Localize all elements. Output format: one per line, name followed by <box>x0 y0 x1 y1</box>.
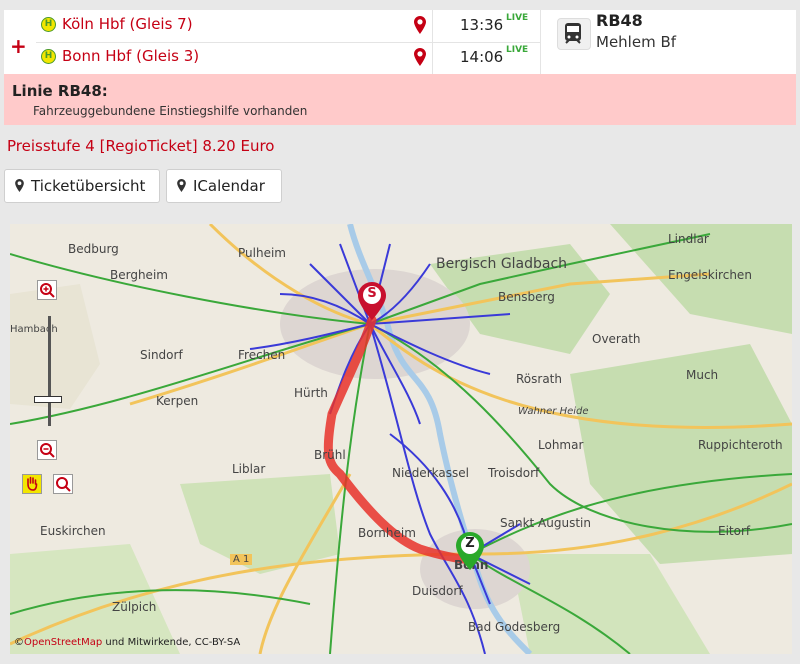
stop-row-departure: H Köln Hbf (Gleis 7) 13:36 LIVE <box>36 10 540 43</box>
map-label: Pulheim <box>238 246 286 260</box>
map-label: Duisdorf <box>412 584 463 598</box>
map-label: Niederkassel <box>392 466 469 480</box>
zoom-in-button[interactable] <box>37 280 57 300</box>
road-label: A 1 <box>230 554 253 565</box>
map-label: Bornheim <box>358 526 416 540</box>
map-label: Kerpen <box>156 394 199 408</box>
stop-row-arrival: H Bonn Hbf (Gleis 3) 14:06 LIVE <box>36 42 540 74</box>
osm-link[interactable]: OpenStreetMap <box>24 637 102 648</box>
train-destination: Mehlem Bf <box>596 33 677 51</box>
map-label: Much <box>686 368 719 382</box>
ticket-overview-button[interactable]: Ticketübersicht <box>4 169 160 203</box>
departure-time: 13:36 <box>460 16 504 34</box>
attribution-suffix: und Mitwirkende, CC-BY-SA <box>102 637 241 648</box>
start-marker-label: S <box>367 286 377 301</box>
stop-name-link[interactable]: Köln Hbf (Gleis 7) <box>62 15 193 33</box>
map-label: Lohmar <box>538 438 584 452</box>
map-label: Euskirchen <box>40 524 106 538</box>
location-pin-icon[interactable] <box>414 16 426 34</box>
attribution-prefix: © <box>14 637 24 648</box>
map-label: Sankt Augustin <box>500 516 591 530</box>
zoom-in-icon <box>40 283 55 298</box>
icalendar-button[interactable]: ICalendar <box>166 169 282 203</box>
start-marker[interactable]: S <box>358 282 386 320</box>
map-canvas[interactable] <box>10 224 792 654</box>
map-label: Bergisch Gladbach <box>436 256 568 272</box>
end-marker[interactable]: Z <box>456 532 484 570</box>
route-map[interactable]: Bedburg Pulheim Bergisch Gladbach Lindla… <box>10 224 792 654</box>
map-label: Ruppichteroth <box>698 438 783 452</box>
map-label: Lindlar <box>668 232 709 246</box>
notice-text: Fahrzeuggebundene Einstiegshilfe vorhand… <box>33 104 308 118</box>
map-label: Overath <box>592 332 641 346</box>
icalendar-label: ICalendar <box>193 177 265 195</box>
expand-button[interactable]: + <box>10 36 27 56</box>
location-pin-icon[interactable] <box>414 48 426 66</box>
zoom-box-button[interactable] <box>53 474 73 494</box>
stop-name-link[interactable]: Bonn Hbf (Gleis 3) <box>62 47 199 65</box>
train-line: RB48 <box>596 11 643 30</box>
map-label: Liblar <box>232 462 266 476</box>
map-label: Zülpich <box>112 600 157 614</box>
line-notice: Linie RB48: Fahrzeuggebundene Einstiegsh… <box>4 74 796 125</box>
map-label: Engelskirchen <box>668 268 752 282</box>
zoom-slider-handle[interactable] <box>34 396 62 403</box>
map-label: Bedburg <box>68 242 119 256</box>
map-label: Eitorf <box>718 524 751 538</box>
notice-title: Linie RB48: <box>12 82 108 100</box>
map-label: Wahner Heide <box>518 406 589 417</box>
zoom-out-icon <box>40 443 55 458</box>
map-label: Frechen <box>238 348 286 362</box>
map-label: Bad Godesberg <box>468 620 561 634</box>
end-marker-label: Z <box>465 536 475 551</box>
magnifier-icon <box>56 477 71 492</box>
connection-table: + H Köln Hbf (Gleis 7) 13:36 LIVE H Bonn… <box>4 10 796 74</box>
stop-h-icon: H <box>41 49 56 64</box>
map-label: Bergheim <box>110 268 168 282</box>
zoom-out-button[interactable] <box>37 440 57 460</box>
hand-icon <box>27 476 38 491</box>
arrival-time: 14:06 <box>460 48 504 66</box>
stop-h-icon: H <box>41 17 56 32</box>
map-label: Sindorf <box>140 348 183 362</box>
live-badge: LIVE <box>506 13 529 23</box>
map-label: Bensberg <box>498 290 555 304</box>
map-attribution: ©OpenStreetMap und Mitwirkende, CC-BY-SA <box>14 637 240 648</box>
location-pin-icon <box>15 179 24 192</box>
map-label: Hürth <box>294 386 328 400</box>
map-label: Troisdorf <box>488 466 540 480</box>
map-label: Brühl <box>314 448 346 462</box>
ticket-overview-label: Ticketübersicht <box>31 177 146 195</box>
train-icon <box>557 18 591 50</box>
pan-hand-button[interactable] <box>22 474 42 494</box>
price-info: Preisstufe 4 [RegioTicket] 8.20 Euro <box>7 137 275 155</box>
live-badge: LIVE <box>506 45 529 55</box>
location-pin-icon <box>177 179 186 192</box>
zoom-slider-track[interactable] <box>48 316 51 426</box>
map-label: Rösrath <box>516 372 562 386</box>
